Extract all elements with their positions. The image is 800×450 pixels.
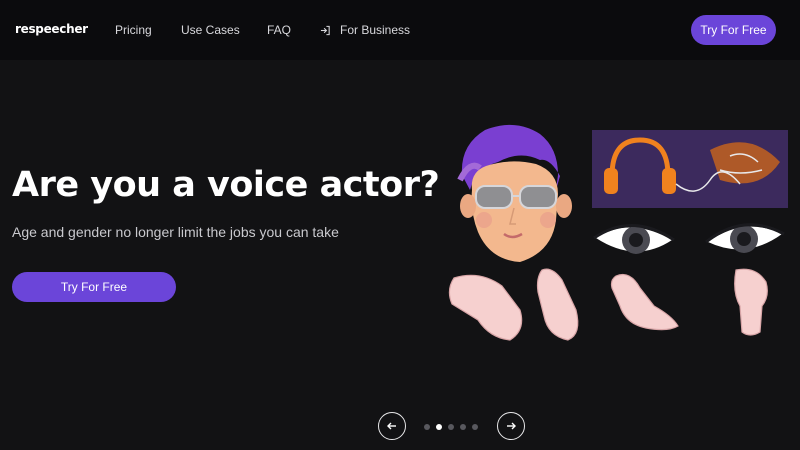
for-business-label: For Business bbox=[340, 23, 411, 37]
carousel-dot-2[interactable] bbox=[436, 423, 442, 430]
arrow-left-icon bbox=[387, 422, 396, 430]
respeecher-logo[interactable]: respeecher bbox=[15, 22, 88, 36]
carousel-dot-4[interactable] bbox=[460, 423, 466, 430]
arrow-right-icon bbox=[507, 422, 516, 430]
hero-subtitle: Age and gender no longer limit the jobs … bbox=[12, 224, 339, 240]
carousel-dot-1[interactable] bbox=[424, 423, 430, 430]
try-for-free-hero-button[interactable]: Try For Free bbox=[12, 272, 176, 302]
carousel-pager bbox=[378, 412, 526, 442]
face-illustration bbox=[457, 124, 572, 262]
carousel-dot-3[interactable] bbox=[448, 423, 454, 430]
hero-title: Are you a voice actor? bbox=[12, 165, 440, 205]
sign-in-icon bbox=[320, 25, 330, 35]
nav-link-use-cases[interactable]: Use Cases bbox=[181, 23, 240, 37]
top-navigation: respeecher Pricing Use Cases FAQ For Bus… bbox=[0, 0, 800, 60]
carousel-next-button[interactable] bbox=[497, 412, 525, 440]
carousel-prev-button[interactable] bbox=[378, 412, 406, 440]
try-for-free-nav-button[interactable]: Try For Free bbox=[691, 15, 776, 45]
nav-link-pricing[interactable]: Pricing bbox=[115, 23, 152, 37]
hands-illustration bbox=[448, 268, 768, 341]
nav-link-for-business[interactable]: For Business bbox=[320, 23, 410, 37]
eyes-illustration bbox=[593, 223, 785, 254]
headphones-illustration bbox=[592, 130, 788, 208]
carousel-dot-5[interactable] bbox=[472, 423, 478, 430]
nav-link-faq[interactable]: FAQ bbox=[267, 23, 291, 37]
hero-illustration bbox=[448, 124, 788, 341]
